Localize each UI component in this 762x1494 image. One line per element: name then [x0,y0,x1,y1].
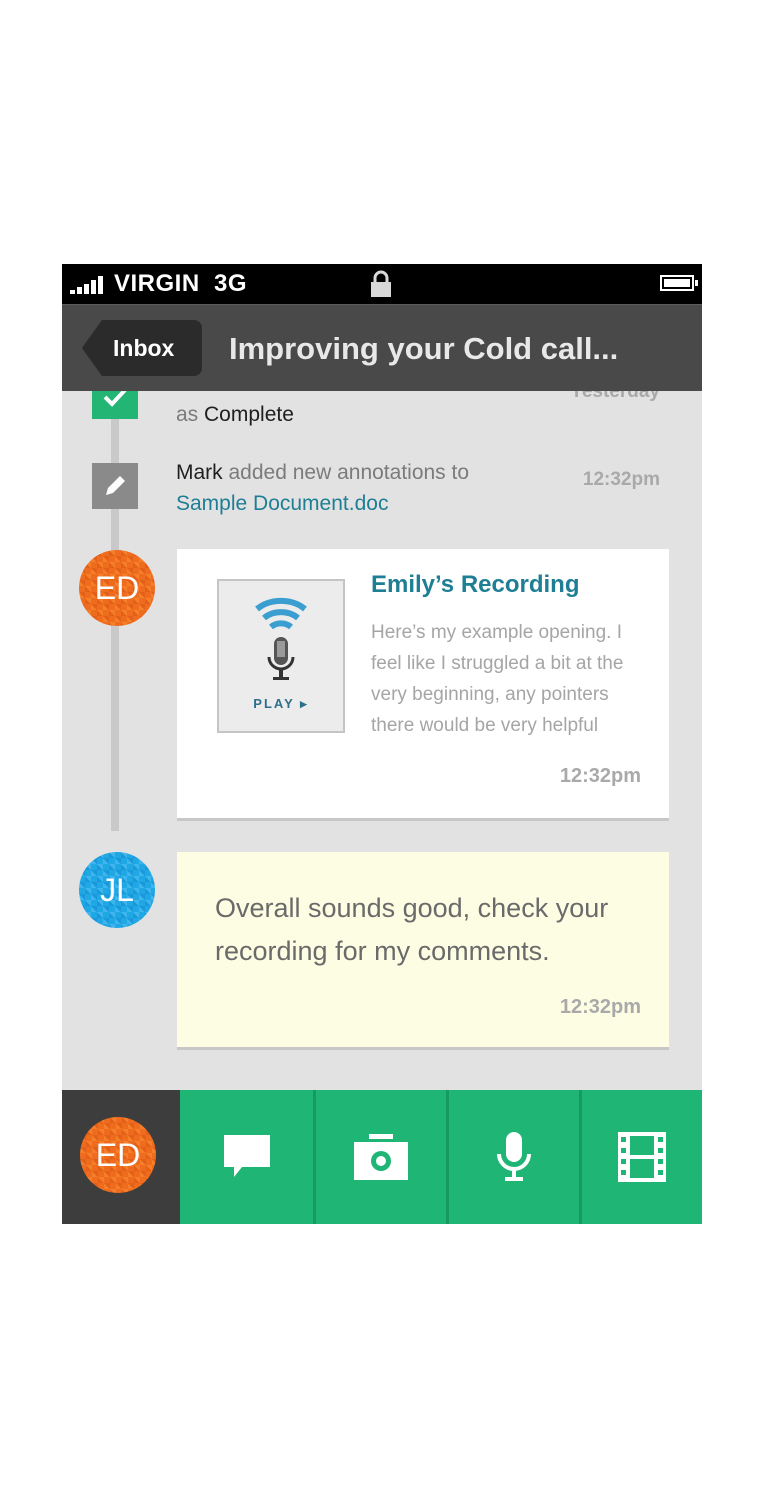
phone-screen: VIRGIN 3G Inbox Improving your Cold call… [62,264,702,1224]
pencil-icon [92,463,138,509]
activity-feed[interactable]: Yesterday as Complete Mark added new ann… [62,391,702,1090]
page-title: Improving your Cold call... [229,331,619,366]
document-link[interactable]: Sample Document.doc [176,492,388,515]
comment-icon [223,1135,270,1177]
comment-card[interactable]: Overall sounds good, check your recordin… [177,852,669,1047]
play-recording-button[interactable]: PLAY ▸ [217,579,345,733]
comment-button[interactable] [180,1090,313,1224]
card-time: 12:32pm [559,996,641,1018]
camera-button[interactable] [316,1090,446,1224]
microphone-button[interactable] [449,1090,579,1224]
check-icon [92,391,138,419]
inbox-back-button[interactable]: Inbox [82,320,202,376]
recording-card[interactable]: PLAY ▸ Emily’s Recording Here’s my examp… [177,549,669,818]
card-time: 12:32pm [559,765,641,787]
compose-toolbar: ED [62,1090,702,1224]
avatar[interactable]: ED [79,550,155,626]
event-text: Mark added new annotations to Sample Doc… [176,461,470,515]
event-text: as Complete [176,403,294,426]
signal-strength-icon [70,276,108,294]
comment-text: Overall sounds good, check your recordin… [215,893,609,966]
microphone-icon [497,1132,531,1181]
lock-icon [371,270,391,297]
microphone-icon [255,597,307,680]
event-time: Yesterday [570,391,660,402]
back-button-label: Inbox [113,335,175,361]
avatar[interactable]: JL [79,852,155,928]
battery-icon [660,275,698,291]
recording-title: Emily’s Recording [371,571,580,598]
recording-description: Here’s my example opening. I feel like I… [371,622,624,736]
event-time: 12:32pm [582,469,660,490]
carrier-label: VIRGIN 3G [114,270,248,297]
current-user-cell[interactable]: ED [62,1090,180,1224]
play-label: PLAY ▸ [253,696,309,711]
navigation-bar: Inbox Improving your Cold call... [62,304,702,391]
film-icon [618,1132,666,1182]
status-bar: VIRGIN 3G [62,264,702,304]
avatar[interactable]: ED [80,1117,156,1193]
video-button[interactable] [582,1090,702,1224]
camera-icon [354,1134,408,1180]
